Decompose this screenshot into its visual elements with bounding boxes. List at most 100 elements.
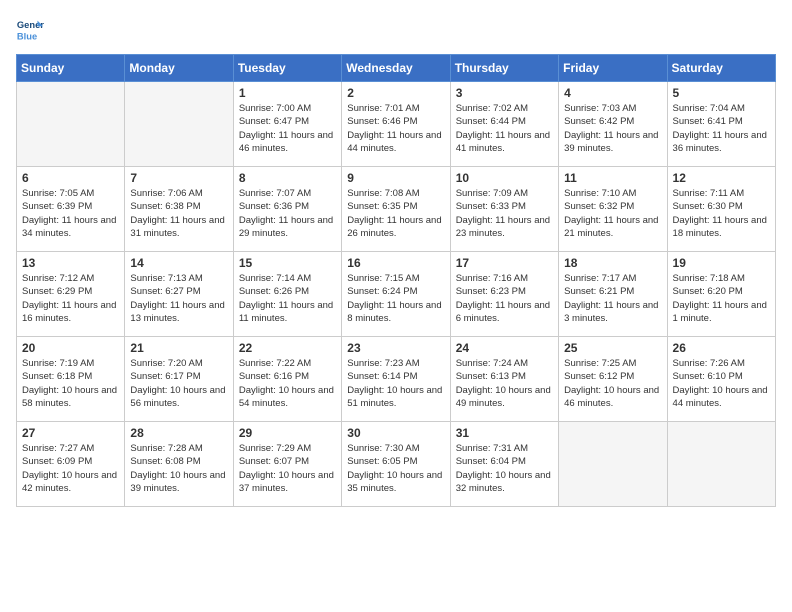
calendar-cell: 29Sunrise: 7:29 AMSunset: 6:07 PMDayligh… [233,422,341,507]
calendar-cell: 3 Sunrise: 7:02 AMSunset: 6:44 PMDaylight… [450,82,558,167]
day-number: 22 [239,341,336,355]
day-info: Sunrise: 7:22 AMSunset: 6:16 PMDaylight:… [239,357,336,410]
weekday-header-row: SundayMondayTuesdayWednesdayThursdayFrid… [17,55,776,82]
svg-text:Blue: Blue [17,31,37,41]
day-number: 28 [130,426,227,440]
calendar-cell: 28 Sunrise: 7:28 AMSunset: 6:08 PMDayligh… [125,422,233,507]
week-row-3: 13 Sunrise: 7:12 AMSunset: 6:29 PMDayligh… [17,252,776,337]
day-info: Sunrise: 7:03 AMSunset: 6:42 PMDaylight:… [564,102,661,155]
day-number: 10 [456,171,553,185]
day-number: 18 [564,256,661,270]
day-info: Sunrise: 7:06 AMSunset: 6:38 PMDaylight:… [130,187,227,240]
calendar-cell: 14 Sunrise: 7:13 AMSunset: 6:27 PMDayligh… [125,252,233,337]
day-number: 15 [239,256,336,270]
calendar-cell: 24 Sunrise: 7:24 AMSunset: 6:13 PMDayligh… [450,337,558,422]
day-info: Sunrise: 7:11 AMSunset: 6:30 PMDaylight:… [673,187,770,240]
weekday-header-wednesday: Wednesday [342,55,450,82]
day-number: 12 [673,171,770,185]
calendar-cell: 25 Sunrise: 7:25 AMSunset: 6:12 PMDayligh… [559,337,667,422]
calendar-cell: 13 Sunrise: 7:12 AMSunset: 6:29 PMDayligh… [17,252,125,337]
logo-icon: GeneralBlue [16,16,44,44]
calendar-cell: 18 Sunrise: 7:17 AMSunset: 6:21 PMDayligh… [559,252,667,337]
calendar-cell: 21Sunrise: 7:20 AMSunset: 6:17 PMDayligh… [125,337,233,422]
day-info: Sunrise: 7:01 AMSunset: 6:46 PMDaylight:… [347,102,444,155]
day-number: 4 [564,86,661,100]
calendar-cell: 4 Sunrise: 7:03 AMSunset: 6:42 PMDaylight… [559,82,667,167]
day-info: Sunrise: 7:17 AMSunset: 6:21 PMDaylight:… [564,272,661,325]
day-number: 20 [22,341,119,355]
day-number: 23 [347,341,444,355]
day-number: 7 [130,171,227,185]
day-info: Sunrise: 7:18 AMSunset: 6:20 PMDaylight:… [673,272,770,325]
week-row-2: 6Sunrise: 7:05 AMSunset: 6:39 PMDaylight… [17,167,776,252]
calendar-cell [17,82,125,167]
calendar-cell [559,422,667,507]
day-number: 29 [239,426,336,440]
calendar-cell: 27 Sunrise: 7:27 AMSunset: 6:09 PMDayligh… [17,422,125,507]
day-number: 9 [347,171,444,185]
weekday-header-monday: Monday [125,55,233,82]
calendar-cell: 19Sunrise: 7:18 AMSunset: 6:20 PMDayligh… [667,252,775,337]
day-info: Sunrise: 7:09 AMSunset: 6:33 PMDaylight:… [456,187,553,240]
weekday-header-tuesday: Tuesday [233,55,341,82]
day-info: Sunrise: 7:24 AMSunset: 6:13 PMDaylight:… [456,357,553,410]
day-number: 25 [564,341,661,355]
calendar-cell: 20 Sunrise: 7:19 AMSunset: 6:18 PMDayligh… [17,337,125,422]
week-row-5: 27 Sunrise: 7:27 AMSunset: 6:09 PMDayligh… [17,422,776,507]
calendar-cell: 12 Sunrise: 7:11 AMSunset: 6:30 PMDayligh… [667,167,775,252]
calendar-cell: 16 Sunrise: 7:15 AMSunset: 6:24 PMDayligh… [342,252,450,337]
calendar-cell: 22 Sunrise: 7:22 AMSunset: 6:16 PMDayligh… [233,337,341,422]
day-info: Sunrise: 7:28 AMSunset: 6:08 PMDaylight:… [130,442,227,495]
week-row-1: 1Sunrise: 7:00 AMSunset: 6:47 PMDaylight… [17,82,776,167]
calendar-cell: 2Sunrise: 7:01 AMSunset: 6:46 PMDaylight… [342,82,450,167]
calendar-table: SundayMondayTuesdayWednesdayThursdayFrid… [16,54,776,507]
day-info: Sunrise: 7:25 AMSunset: 6:12 PMDaylight:… [564,357,661,410]
calendar-cell: 9 Sunrise: 7:08 AMSunset: 6:35 PMDaylight… [342,167,450,252]
calendar-cell: 15 Sunrise: 7:14 AMSunset: 6:26 PMDayligh… [233,252,341,337]
day-number: 6 [22,171,119,185]
weekday-header-saturday: Saturday [667,55,775,82]
calendar-cell: 30 Sunrise: 7:30 AMSunset: 6:05 PMDayligh… [342,422,450,507]
day-info: Sunrise: 7:15 AMSunset: 6:24 PMDaylight:… [347,272,444,325]
day-info: Sunrise: 7:12 AMSunset: 6:29 PMDaylight:… [22,272,119,325]
calendar-cell: 17Sunrise: 7:16 AMSunset: 6:23 PMDayligh… [450,252,558,337]
day-info: Sunrise: 7:04 AMSunset: 6:41 PMDaylight:… [673,102,770,155]
calendar-cell: 11 Sunrise: 7:10 AMSunset: 6:32 PMDayligh… [559,167,667,252]
day-number: 27 [22,426,119,440]
day-number: 16 [347,256,444,270]
day-info: Sunrise: 7:30 AMSunset: 6:05 PMDaylight:… [347,442,444,495]
day-info: Sunrise: 7:16 AMSunset: 6:23 PMDaylight:… [456,272,553,325]
day-info: Sunrise: 7:13 AMSunset: 6:27 PMDaylight:… [130,272,227,325]
day-number: 5 [673,86,770,100]
weekday-header-friday: Friday [559,55,667,82]
day-info: Sunrise: 7:10 AMSunset: 6:32 PMDaylight:… [564,187,661,240]
calendar-cell: 7 Sunrise: 7:06 AMSunset: 6:38 PMDaylight… [125,167,233,252]
calendar-cell: 1Sunrise: 7:00 AMSunset: 6:47 PMDaylight… [233,82,341,167]
calendar-cell: 26Sunrise: 7:26 AMSunset: 6:10 PMDayligh… [667,337,775,422]
calendar-cell: 8Sunrise: 7:07 AMSunset: 6:36 PMDaylight… [233,167,341,252]
day-number: 1 [239,86,336,100]
day-info: Sunrise: 7:26 AMSunset: 6:10 PMDaylight:… [673,357,770,410]
calendar-cell [667,422,775,507]
day-info: Sunrise: 7:07 AMSunset: 6:36 PMDaylight:… [239,187,336,240]
week-row-4: 20 Sunrise: 7:19 AMSunset: 6:18 PMDayligh… [17,337,776,422]
day-number: 30 [347,426,444,440]
day-info: Sunrise: 7:20 AMSunset: 6:17 PMDaylight:… [130,357,227,410]
day-info: Sunrise: 7:14 AMSunset: 6:26 PMDaylight:… [239,272,336,325]
day-info: Sunrise: 7:02 AMSunset: 6:44 PMDaylight:… [456,102,553,155]
day-number: 24 [456,341,553,355]
day-number: 13 [22,256,119,270]
day-info: Sunrise: 7:08 AMSunset: 6:35 PMDaylight:… [347,187,444,240]
logo: GeneralBlue [16,16,44,44]
day-info: Sunrise: 7:19 AMSunset: 6:18 PMDaylight:… [22,357,119,410]
page-header: GeneralBlue [16,16,776,44]
day-number: 11 [564,171,661,185]
calendar-cell: 6Sunrise: 7:05 AMSunset: 6:39 PMDaylight… [17,167,125,252]
day-info: Sunrise: 7:31 AMSunset: 6:04 PMDaylight:… [456,442,553,495]
day-number: 3 [456,86,553,100]
day-number: 14 [130,256,227,270]
day-info: Sunrise: 7:27 AMSunset: 6:09 PMDaylight:… [22,442,119,495]
calendar-cell: 10 Sunrise: 7:09 AMSunset: 6:33 PMDayligh… [450,167,558,252]
day-info: Sunrise: 7:23 AMSunset: 6:14 PMDaylight:… [347,357,444,410]
calendar-cell: 5 Sunrise: 7:04 AMSunset: 6:41 PMDaylight… [667,82,775,167]
